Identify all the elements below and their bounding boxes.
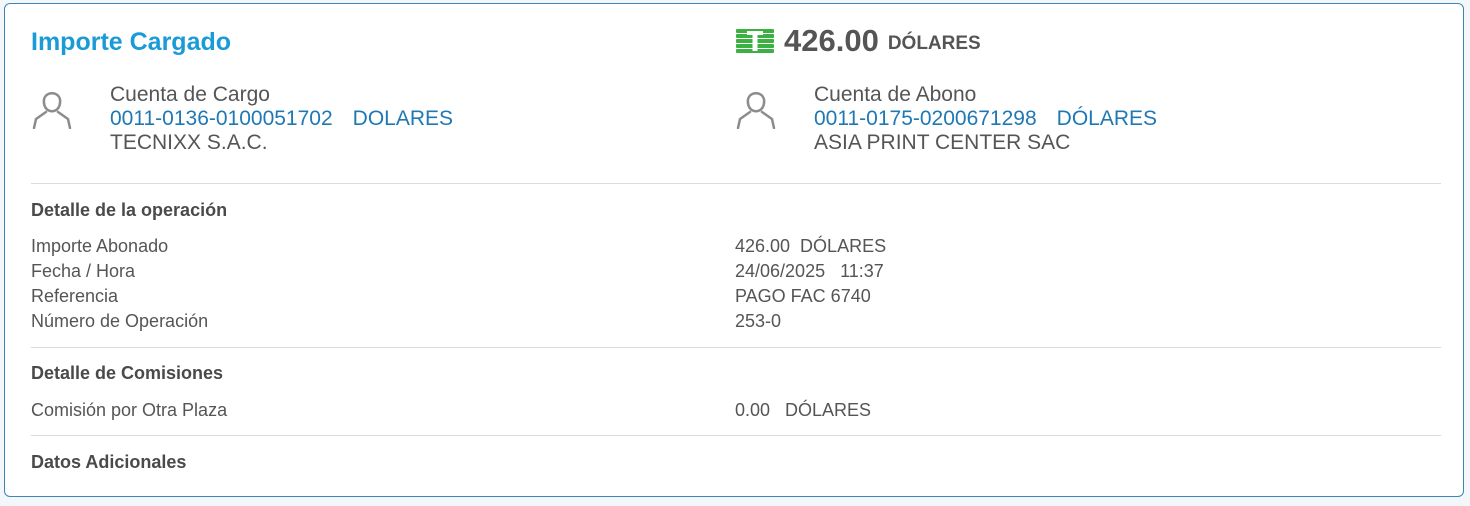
charged-amount-header: 426.00 DÓLARES [735,23,981,59]
divider [31,435,1441,436]
divider [31,183,1441,184]
destination-account: Cuenta de Abono 0011-0175-0200671298 DÓLA… [735,83,1157,155]
destination-account-label: Cuenta de Abono [814,83,977,106]
row-label-importe-abonado: Importe Abonado [31,236,169,256]
charged-amount-currency: DÓLARES [887,33,981,54]
destination-account-number: 0011-0175-0200671298 [814,107,1037,130]
charged-amount-value: 426.00 [784,23,879,58]
user-icon [736,92,776,129]
row-value-fecha-hora: 24/06/2025 11:37 [735,261,884,281]
source-account: Cuenta de Cargo 0011-0136-0100051702 DOLA… [31,83,453,155]
row-label-comision: Comisión por Otra Plaza [31,400,228,420]
commissions-section-title: Detalle de Comisiones [31,363,224,383]
operation-receipt-card: Importe Cargado 426.00 DÓLARES Cuenta de… [4,3,1464,497]
row-label-fecha-hora: Fecha / Hora [31,261,136,281]
page-title: Importe Cargado [31,28,232,56]
user-icon [32,92,72,129]
source-account-owner: TECNIXX S.A.C. [110,131,268,154]
row-value-numero-operacion: 253-0 [735,311,782,331]
row-value-referencia: PAGO FAC 6740 [735,286,871,306]
operation-section-title: Detalle de la operación [31,200,228,220]
row-value-importe-abonado: 426.00 DÓLARES [735,236,887,256]
source-account-number: 0011-0136-0100051702 [110,107,333,130]
source-account-currency: DOLARES [352,107,454,130]
source-account-label: Cuenta de Cargo [110,83,270,106]
row-label-numero-operacion: Número de Operación [31,311,209,331]
destination-account-currency: DÓLARES [1056,107,1158,130]
divider [31,347,1441,348]
row-value-comision: 0.00 DÓLARES [735,400,872,420]
money-bills-icon [736,29,774,53]
additional-section-title: Datos Adicionales [31,452,187,472]
row-label-referencia: Referencia [31,286,119,306]
destination-account-owner: ASIA PRINT CENTER SAC [814,131,1071,154]
